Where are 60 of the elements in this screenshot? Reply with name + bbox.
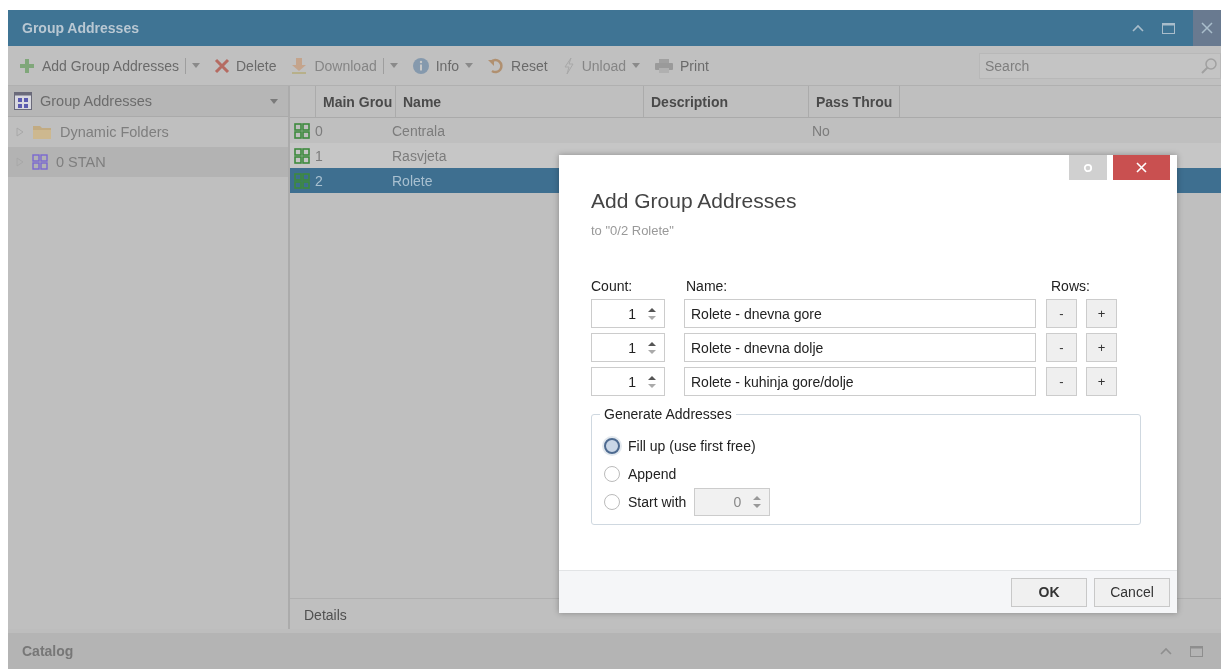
- remove-row-button[interactable]: -: [1046, 333, 1077, 362]
- catalog-title: Catalog: [22, 643, 74, 659]
- close-button[interactable]: [1113, 155, 1170, 180]
- add-row-button[interactable]: +: [1086, 299, 1117, 328]
- circle-icon: [1083, 162, 1093, 173]
- spinner-arrows-icon[interactable]: [648, 305, 656, 322]
- option-label[interactable]: Fill up (use first free): [628, 438, 756, 454]
- grid-icon: [32, 154, 48, 170]
- name-label: Name:: [686, 278, 729, 294]
- add-row-button[interactable]: +: [1086, 333, 1117, 362]
- name-field[interactable]: Rolete - dnevna gore: [684, 299, 1036, 328]
- column-header[interactable]: Name: [395, 86, 643, 117]
- close-icon: [1136, 162, 1147, 173]
- column-header[interactable]: Description: [643, 86, 808, 117]
- count-spinner[interactable]: 1: [591, 299, 665, 328]
- grid-icon: [14, 92, 32, 110]
- grid-icon: [294, 147, 310, 164]
- column-header[interactable]: Pass Throu: [808, 86, 900, 117]
- printer-icon: [654, 57, 675, 74]
- search-icon[interactable]: [1201, 57, 1217, 74]
- info-icon: [411, 56, 430, 75]
- count-spinner[interactable]: 1: [591, 367, 665, 396]
- close-button[interactable]: [1193, 10, 1221, 46]
- remove-row-button[interactable]: -: [1046, 299, 1077, 328]
- undo-icon: [487, 56, 506, 75]
- grid-icon: [294, 122, 310, 139]
- search-field[interactable]: Search: [979, 52, 1221, 79]
- cross-icon: [214, 57, 230, 74]
- maximize-icon[interactable]: [1190, 645, 1203, 657]
- maximize-icon[interactable]: [1162, 22, 1175, 34]
- count-spinner[interactable]: 1: [591, 333, 665, 362]
- add-row-button[interactable]: +: [1086, 367, 1117, 396]
- spinner-arrows-icon[interactable]: [648, 339, 656, 356]
- window-title: Group Addresses: [22, 20, 139, 36]
- remove-row-button[interactable]: -: [1046, 367, 1077, 396]
- collapse-icon[interactable]: [1132, 24, 1144, 32]
- folder-icon: [32, 124, 52, 140]
- cancel-button[interactable]: Cancel: [1094, 577, 1170, 607]
- name-field[interactable]: Rolete - dnevna dolje: [684, 333, 1036, 362]
- collapse-icon[interactable]: [1160, 647, 1172, 655]
- dialog-subtitle: to "0/2 Rolete": [591, 223, 675, 238]
- radio-button[interactable]: [604, 438, 620, 454]
- details-tab[interactable]: Details: [290, 601, 361, 629]
- caret-icon[interactable]: [465, 63, 474, 68]
- close-icon: [1201, 22, 1213, 34]
- dialog-title: Add Group Addresses: [591, 189, 798, 213]
- ok-button[interactable]: OK: [1011, 577, 1087, 607]
- column-header[interactable]: Main Grou: [315, 86, 395, 117]
- settings-button[interactable]: [1069, 155, 1107, 180]
- rows-label: Rows:: [1051, 278, 1090, 294]
- download-icon: [290, 56, 309, 75]
- option-label[interactable]: Append: [628, 466, 677, 482]
- group-title: Generate Addresses: [603, 406, 733, 422]
- caret-icon: [270, 98, 278, 104]
- name-field[interactable]: Rolete - kuhinja gore/dolje: [684, 367, 1036, 396]
- grid-icon: [294, 172, 310, 189]
- count-label: Count:: [591, 278, 634, 294]
- caret-icon[interactable]: [192, 63, 200, 68]
- spinner-arrows-icon[interactable]: [648, 373, 656, 390]
- plus-icon: [18, 56, 36, 75]
